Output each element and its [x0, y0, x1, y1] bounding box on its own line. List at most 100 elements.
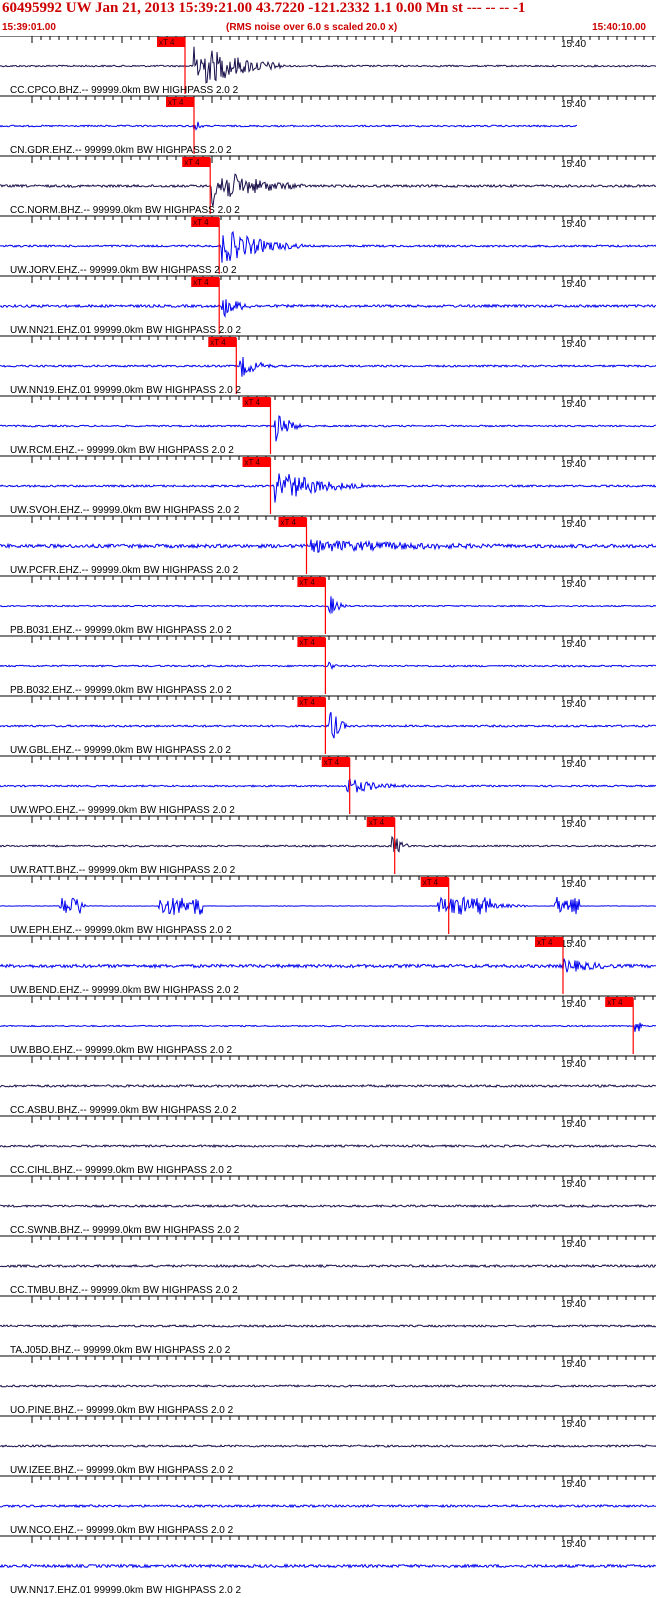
- pick-label: xT 4: [324, 758, 340, 767]
- trace-row: 15:40 xT 4 UW.RCM.EHZ.-- 99999.0km BW HIGH…: [0, 395, 656, 456]
- trace-row: 15:40 xT 4 UW.BBO.EHZ.-- 99999.0km BW HIGH…: [0, 995, 656, 1056]
- waveform-trace: [0, 46, 656, 84]
- pick-label: xT 4: [299, 638, 315, 647]
- pick-label: xT 4: [423, 878, 439, 887]
- station-label: UW.GBL.EHZ.-- 99999.0km BW HIGHPASS 2.0 …: [10, 745, 231, 756]
- station-label: UW.SVOH.EHZ.-- 99999.0km BW HIGHPASS 2.0…: [10, 505, 240, 516]
- waveform-trace: [0, 121, 578, 131]
- minute-label: 15:40: [561, 699, 586, 710]
- trace-row: 15:40 xT 4 UW.GBL.EHZ.-- 99999.0km BW HIGH…: [0, 695, 656, 756]
- station-label: CC.ASBU.BHZ.-- 99999.0km BW HIGHPASS 2.0…: [10, 1105, 237, 1116]
- station-label: CN.GDR.EHZ.-- 99999.0km BW HIGHPASS 2.0 …: [10, 145, 232, 156]
- trace-row: 15:40 xT 4 CC.CPCO.BHZ.-- 99999.0km BW HIG…: [0, 36, 656, 96]
- trace-row: 15:40 xT 4 UW.BEND.EHZ.-- 99999.0km BW HIG…: [0, 935, 656, 996]
- minute-label: 15:40: [561, 879, 586, 890]
- pick-label: xT 4: [245, 398, 261, 407]
- start-time-label: 15:39:01.00: [2, 22, 56, 33]
- waveform-trace: [0, 473, 656, 503]
- station-label: UW.BEND.EHZ.-- 99999.0km BW HIGHPASS 2.0…: [10, 985, 239, 996]
- station-label: CC.NORM.BHZ.-- 99999.0km BW HIGHPASS 2.0…: [10, 205, 240, 216]
- waveform-trace: [0, 958, 656, 973]
- waveform-trace: [0, 173, 656, 207]
- pick-label: xT 4: [299, 578, 315, 587]
- station-label: UW.PCFR.EHZ.-- 99999.0km BW HIGHPASS 2.0…: [10, 565, 239, 576]
- station-label: UW.RATT.BHZ.-- 99999.0km BW HIGHPASS 2.0…: [10, 865, 236, 876]
- station-label: UW.NN19.EHZ.01 99999.0km BW HIGHPASS 2.0…: [10, 385, 241, 396]
- station-label: UW.BBO.EHZ.-- 99999.0km BW HIGHPASS 2.0 …: [10, 1045, 233, 1056]
- waveform-trace: [0, 835, 656, 853]
- waveform-trace: [0, 1083, 656, 1089]
- minute-label: 15:40: [561, 1119, 586, 1130]
- trace-row: 15:40 UW.NN17.EHZ.01 99999.0km BW HIGHPAS…: [0, 1535, 656, 1596]
- waveform-trace: [0, 596, 656, 615]
- minute-label: 15:40: [561, 279, 586, 290]
- minute-label: 15:40: [561, 1179, 586, 1190]
- minute-label: 15:40: [561, 819, 586, 830]
- trace-row: 15:40 CC.TMBU.BHZ.-- 99999.0km BW HIGHPAS…: [0, 1235, 656, 1296]
- minute-label: 15:40: [561, 1479, 586, 1490]
- minute-label: 15:40: [561, 1359, 586, 1370]
- pick-label: xT 4: [607, 998, 623, 1007]
- station-label: PB.B032.EHZ.-- 99999.0km BW HIGHPASS 2.0…: [10, 685, 232, 696]
- waveform-trace: [0, 230, 656, 263]
- pick-label: xT 4: [537, 938, 553, 947]
- trace-row: 15:40 UW.NCO.EHZ.-- 99999.0km BW HIGHPASS…: [0, 1475, 656, 1536]
- trace-row: 15:40 CC.SWNB.BHZ.-- 99999.0km BW HIGHPAS…: [0, 1175, 656, 1236]
- waveform-trace: [0, 415, 656, 442]
- waveform-trace: [0, 896, 656, 915]
- trace-row: 15:40 xT 4 UW.SVOH.EHZ.-- 99999.0km BW HIG…: [0, 455, 656, 516]
- waveform-trace: [0, 1563, 656, 1569]
- waveform-trace: [0, 1263, 656, 1269]
- event-title: 60495992 UW Jan 21, 2013 15:39:21.00 43.…: [2, 0, 526, 16]
- station-label: CC.CPCO.BHZ.-- 99999.0km BW HIGHPASS 2.0…: [10, 85, 239, 96]
- minute-label: 15:40: [561, 39, 586, 50]
- trace-row: 15:40 xT 4 UW.NN21.EHZ.01 99999.0km BW HIG…: [0, 275, 656, 336]
- waveform-trace: [0, 356, 656, 377]
- seismogram-plot: 15:40 xT 4 CC.CPCO.BHZ.-- 99999.0km BW HIG…: [0, 36, 656, 1596]
- pick-label: xT 4: [184, 158, 200, 167]
- trace-row: 15:40 xT 4 UW.RATT.BHZ.-- 99999.0km BW HIG…: [0, 815, 656, 876]
- trace-row: 15:40 xT 4 UW.WPO.EHZ.-- 99999.0km BW HIGH…: [0, 755, 656, 816]
- waveform-trace: [0, 1503, 656, 1509]
- pick-label: xT 4: [159, 38, 175, 47]
- minute-label: 15:40: [561, 579, 586, 590]
- minute-label: 15:40: [561, 759, 586, 770]
- waveform-trace: [0, 661, 656, 670]
- trace-row: 15:40 xT 4 UW.PCFR.EHZ.-- 99999.0km BW HIG…: [0, 515, 656, 576]
- trace-row: 15:40 xT 4 UW.NN19.EHZ.01 99999.0km BW HIG…: [0, 335, 656, 396]
- station-label: UW.EPH.EHZ.-- 99999.0km BW HIGHPASS 2.0 …: [10, 925, 232, 936]
- minute-label: 15:40: [561, 1539, 586, 1550]
- trace-row: 15:40 CC.ASBU.BHZ.-- 99999.0km BW HIGHPAS…: [0, 1055, 656, 1116]
- minute-label: 15:40: [561, 639, 586, 650]
- station-label: CC.CIHL.BHZ.-- 99999.0km BW HIGHPASS 2.0…: [10, 1165, 233, 1176]
- waveform-trace: [0, 1143, 656, 1149]
- minute-label: 15:40: [561, 459, 586, 470]
- trace-row: 15:40 CC.CIHL.BHZ.-- 99999.0km BW HIGHPAS…: [0, 1115, 656, 1176]
- station-label: CC.SWNB.BHZ.-- 99999.0km BW HIGHPASS 2.0…: [10, 1225, 240, 1236]
- header: 60495992 UW Jan 21, 2013 15:39:21.00 43.…: [0, 0, 656, 36]
- waveform-trace: [0, 711, 656, 739]
- waveform-trace: [0, 539, 656, 553]
- pick-label: xT 4: [299, 698, 315, 707]
- minute-label: 15:40: [561, 999, 586, 1010]
- pick-label: xT 4: [193, 278, 209, 287]
- waveform-trace: [0, 778, 656, 793]
- trace-row: 15:40 UO.PINE.BHZ.-- 99999.0km BW HIGHPAS…: [0, 1355, 656, 1416]
- station-label: UW.JORV.EHZ.-- 99999.0km BW HIGHPASS 2.0…: [10, 265, 237, 276]
- trace-row: 15:40 xT 4 CC.NORM.BHZ.-- 99999.0km BW HIG…: [0, 155, 656, 216]
- waveform-trace: [0, 1324, 656, 1329]
- station-label: UW.RCM.EHZ.-- 99999.0km BW HIGHPASS 2.0 …: [10, 445, 234, 456]
- pick-label: xT 4: [210, 338, 226, 347]
- pick-label: xT 4: [168, 98, 184, 107]
- pick-label: xT 4: [193, 218, 209, 227]
- end-time-label: 15:40:10.00: [592, 22, 646, 33]
- minute-label: 15:40: [561, 1419, 586, 1430]
- station-label: UW.IZEE.BHZ.-- 99999.0km BW HIGHPASS 2.0…: [10, 1465, 234, 1476]
- minute-label: 15:40: [561, 219, 586, 230]
- waveform-trace: [0, 1203, 656, 1209]
- trace-row: 15:40 xT 4 CN.GDR.EHZ.-- 99999.0km BW HIGH…: [0, 95, 656, 156]
- trace-row: 15:40 xT 4 UW.EPH.EHZ.-- 99999.0km BW HIGH…: [0, 875, 656, 936]
- minute-label: 15:40: [561, 399, 586, 410]
- waveform-trace: [0, 1384, 656, 1388]
- pick-label: xT 4: [369, 818, 385, 827]
